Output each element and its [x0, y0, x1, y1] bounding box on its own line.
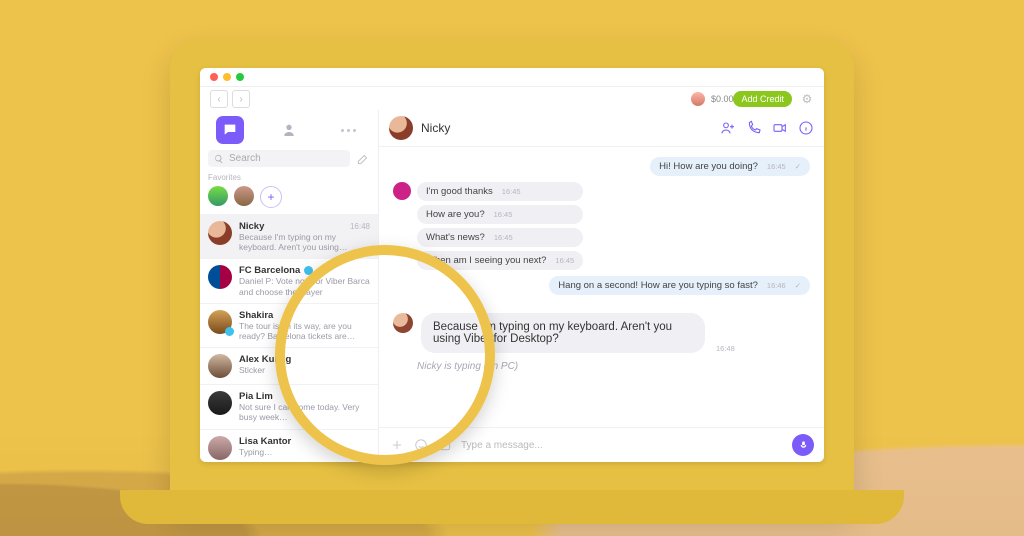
- microphone-icon: [798, 440, 809, 451]
- conversation-title: Nicky: [421, 121, 450, 135]
- incoming-message: Because I'm typing on my keyboard. Aren'…: [421, 313, 705, 353]
- conversation-avatar[interactable]: [389, 116, 413, 140]
- outgoing-message: Hang on a second! How are you typing so …: [549, 276, 810, 295]
- message-preview: Daniel P: Vote now for Viber Barca and c…: [239, 276, 370, 296]
- back-button[interactable]: ‹: [210, 90, 228, 108]
- message-composer: Type a message...: [379, 427, 824, 462]
- favorites-row: +: [200, 186, 378, 214]
- chat-list-item[interactable]: Alex Kulnlg Sticker: [200, 347, 378, 384]
- window-minimize-icon[interactable]: [223, 73, 231, 81]
- avatar: [208, 310, 232, 334]
- message-preview: Not sure I can come today. Very busy wee…: [239, 402, 370, 422]
- incoming-message: I'm good thanks16:45: [417, 182, 583, 201]
- toolbar: ‹ › $0.00 Add Credit ⚙: [200, 87, 824, 112]
- compose-icon: [356, 152, 370, 166]
- conversation-pane: Nicky Hi! How are you doing? 16: [379, 110, 824, 462]
- contact-name: Lisa Kantor: [239, 436, 291, 447]
- person-icon: [281, 122, 297, 138]
- note-icon: [438, 438, 452, 452]
- balance-text: $0.00: [711, 94, 734, 104]
- search-placeholder: Search: [229, 153, 261, 164]
- incoming-message: When am I seeing you next?16:45: [417, 251, 583, 270]
- contact-name: Pia Lim: [239, 391, 273, 402]
- contact-name: FC Barcelona: [239, 265, 300, 276]
- chat-list-item[interactable]: Lisa Kantor Typing…: [200, 429, 378, 463]
- verified-badge-icon: [225, 327, 234, 336]
- favorite-contact[interactable]: [208, 186, 228, 206]
- credit-balance[interactable]: $0.00: [691, 92, 734, 106]
- message-preview: Sticker: [239, 365, 370, 375]
- sticker-button[interactable]: [413, 437, 429, 453]
- sidebar: Search Favorites +: [200, 110, 379, 462]
- message-preview: Because I'm typing on my keyboard. Aren'…: [239, 232, 370, 252]
- voice-message-button[interactable]: [792, 434, 814, 456]
- chat-list: Nicky 16:48 Because I'm typing on my key…: [200, 214, 378, 462]
- timestamp: 16:48: [716, 344, 735, 353]
- message-list[interactable]: Hi! How are you doing? 16:45 ✓ I'm good …: [379, 147, 824, 427]
- timestamp: 16:48: [350, 222, 370, 231]
- avatar: [208, 436, 232, 460]
- incoming-message: How are you?16:45: [417, 205, 583, 224]
- favorites-label: Favorites: [200, 173, 378, 186]
- search-input[interactable]: Search: [208, 150, 350, 167]
- voice-call-icon[interactable]: [746, 120, 762, 136]
- info-icon[interactable]: [798, 120, 814, 136]
- timestamp: 16:45: [767, 162, 786, 171]
- video-call-icon[interactable]: [772, 120, 788, 136]
- chat-list-item[interactable]: Shakira The tour is on its way, are you …: [200, 303, 378, 347]
- compose-button[interactable]: [356, 152, 370, 166]
- outgoing-message: Hi! How are you doing? 16:45 ✓: [650, 157, 810, 176]
- contact-name: Shakira: [239, 310, 273, 321]
- chat-list-item[interactable]: Nicky 16:48 Because I'm typing on my key…: [200, 214, 378, 258]
- contact-name: Nicky: [239, 221, 264, 232]
- avatar: [208, 221, 232, 245]
- attach-button[interactable]: [389, 437, 405, 453]
- tab-chats[interactable]: [216, 116, 244, 144]
- avatar: [208, 354, 232, 378]
- delivered-check-icon: ✓: [795, 162, 801, 171]
- tab-more[interactable]: [334, 116, 362, 144]
- add-credit-button[interactable]: Add Credit: [733, 91, 792, 107]
- avatar: [208, 265, 232, 289]
- delivered-check-icon: ✓: [795, 281, 801, 290]
- gif-button[interactable]: [437, 437, 453, 453]
- favorite-contact[interactable]: [234, 186, 254, 206]
- avatar: [208, 391, 232, 415]
- more-icon: [341, 129, 356, 132]
- conversation-header: Nicky: [379, 110, 824, 147]
- settings-gear-icon[interactable]: ⚙: [800, 92, 814, 106]
- message-avatar: [393, 182, 411, 200]
- window-close-icon[interactable]: [210, 73, 218, 81]
- search-icon: [214, 154, 224, 164]
- message-preview: The tour is on its way, are you ready? B…: [239, 321, 370, 341]
- chat-list-item[interactable]: Pia Lim Not sure I can come today. Very …: [200, 384, 378, 428]
- window-zoom-icon[interactable]: [236, 73, 244, 81]
- add-contact-icon[interactable]: [720, 120, 736, 136]
- app-window: ‹ › $0.00 Add Credit ⚙: [200, 68, 824, 462]
- incoming-message: What's news?16:45: [417, 228, 583, 247]
- chat-list-item[interactable]: FC Barcelona Daniel P: Vote now for Vibe…: [200, 258, 378, 302]
- message-input[interactable]: Type a message...: [461, 440, 784, 451]
- add-favorite-button[interactable]: +: [260, 186, 282, 208]
- message-avatar: [393, 313, 413, 333]
- laptop-frame: ‹ › $0.00 Add Credit ⚙: [170, 40, 854, 510]
- contact-name: Alex Kulnlg: [239, 354, 291, 365]
- verified-badge-icon: [304, 266, 313, 275]
- chat-bubble-icon: [222, 122, 238, 138]
- smiley-icon: [414, 438, 428, 452]
- plus-icon: [390, 438, 404, 452]
- typing-indicator: Nicky is typing (on PC): [417, 361, 810, 372]
- user-avatar-icon: [691, 92, 705, 106]
- tab-contacts[interactable]: [275, 116, 303, 144]
- window-titlebar: [200, 68, 824, 87]
- forward-button[interactable]: ›: [232, 90, 250, 108]
- message-preview: Typing…: [239, 447, 370, 457]
